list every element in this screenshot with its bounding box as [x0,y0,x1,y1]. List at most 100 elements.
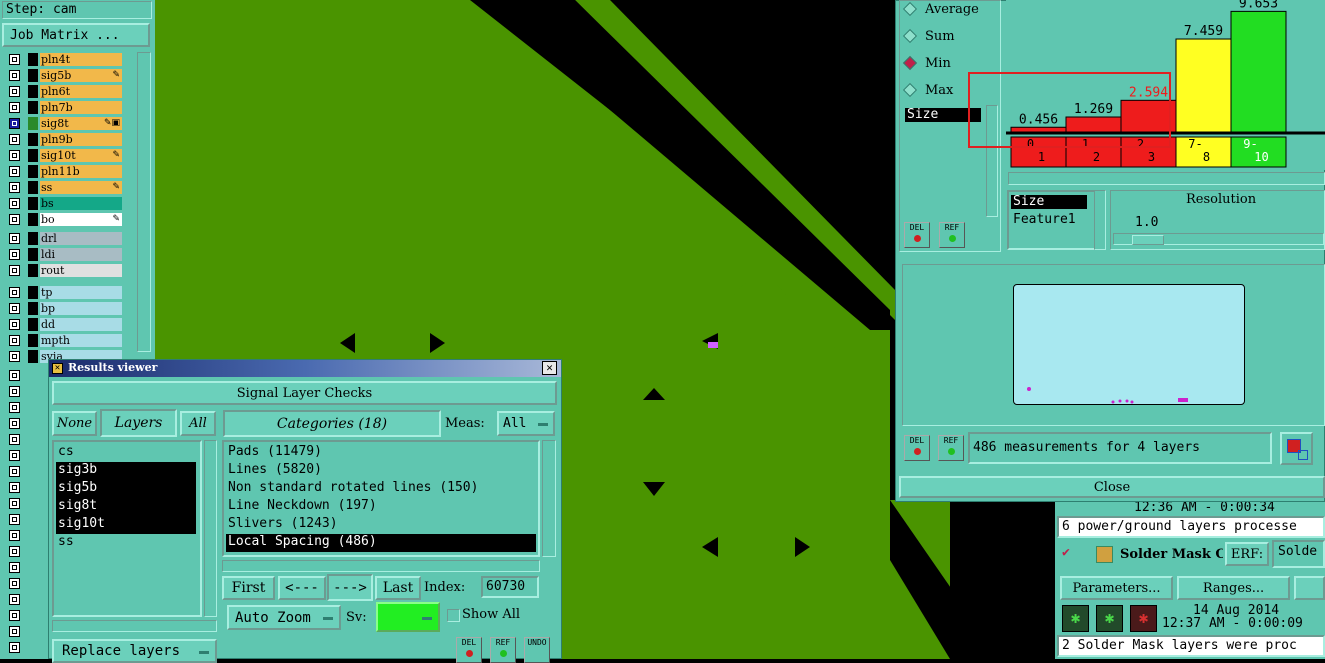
layer-checkbox[interactable] [9,118,20,129]
layer-name[interactable]: pln7b [40,101,122,114]
slider-handle[interactable] [1132,235,1164,245]
all-layers-button[interactable]: All [180,411,216,436]
layer-affected-indicator[interactable] [28,318,38,331]
result-layer-item[interactable]: sig10t [56,516,196,534]
layer-row[interactable]: pln6t [0,84,152,99]
layer-name[interactable]: ldi [40,248,122,261]
layer-affected-indicator[interactable] [28,334,38,347]
layer-checkbox[interactable] [9,386,20,397]
layer-name[interactable]: pln6t [40,85,122,98]
stats-close-button[interactable]: Close [899,476,1325,498]
layer-checkbox[interactable] [9,198,20,209]
results-viewer-titlebar[interactable]: ✕ Results viewer ✕ [49,360,561,377]
layer-row[interactable]: sig5b ✎ [0,68,152,83]
show-all-checkbox[interactable] [447,609,460,622]
result-layer-item[interactable]: sig8t [56,498,196,516]
layer-affected-indicator[interactable] [28,350,38,363]
job-matrix-button[interactable]: Job Matrix ... [2,23,150,47]
layer-affected-indicator[interactable] [28,264,38,277]
layer-affected-indicator[interactable] [28,133,38,146]
meas-dropdown[interactable]: All [497,411,555,436]
layer-affected-indicator[interactable] [28,117,38,130]
stat-option-min[interactable]: Min [902,55,951,71]
layer-checkbox[interactable] [9,514,20,525]
layer-checkbox[interactable] [9,370,20,381]
layer-checkbox[interactable] [9,182,20,193]
parameters-button[interactable]: Parameters... [1060,576,1173,600]
layer-affected-indicator[interactable] [28,302,38,315]
stats-del-button[interactable]: DEL [904,222,930,248]
close-icon[interactable]: ✕ [542,361,557,375]
layer-name[interactable]: ss ✎ [40,181,122,194]
ranges-button[interactable]: Ranges... [1177,576,1290,600]
extra-button[interactable] [1294,576,1325,600]
category-item[interactable]: Non standard rotated lines (150) [226,480,536,498]
layer-listbox-hscroll[interactable] [52,620,217,632]
layer-affected-indicator[interactable] [28,149,38,162]
layer-checkbox[interactable] [9,562,20,573]
layer-row[interactable]: rout [0,263,152,278]
layer-row[interactable]: pln4t [0,52,152,67]
layer-checkbox[interactable] [9,351,20,362]
layer-affected-indicator[interactable] [28,101,38,114]
category-item[interactable]: Local Spacing (486) [226,534,536,552]
run-icon[interactable]: ✱ [1062,605,1089,632]
layer-checkbox[interactable] [9,335,20,346]
size-feature-list[interactable]: Size Feature1 [1007,190,1099,250]
result-layer-item[interactable]: cs [56,444,196,462]
layer-name[interactable]: sig8t ✎▣ [40,117,122,130]
layer-name[interactable]: mpth [40,334,122,347]
size-feature-item[interactable]: Feature1 [1011,212,1076,227]
layer-name[interactable]: rout [40,264,122,277]
layer-name[interactable]: pln11b [40,165,122,178]
layer-checkbox[interactable] [9,434,20,445]
category-item[interactable]: Pads (11479) [226,444,536,462]
layer-checkbox[interactable] [9,530,20,541]
layer-affected-indicator[interactable] [28,248,38,261]
layer-row[interactable]: bo ✎ [0,212,152,227]
layer-checkbox[interactable] [9,546,20,557]
solder-mask-checkbox[interactable]: ✔ [1062,546,1075,559]
undo-button[interactable]: UNDO [524,637,550,663]
prev-button[interactable]: <--- [278,576,326,600]
run-icon[interactable]: ✱ [1096,605,1123,632]
layer-name[interactable]: drl [40,232,122,245]
first-button[interactable]: First [222,576,275,600]
layer-affected-indicator[interactable] [28,53,38,66]
layer-row[interactable]: sig8t ✎▣ [0,116,152,131]
layer-row[interactable]: mpth [0,333,152,348]
layer-name[interactable]: tp [40,286,122,299]
layer-checkbox[interactable] [9,642,20,653]
layer-row[interactable]: bp [0,301,152,316]
index-field[interactable]: 60730 [481,576,539,598]
layer-checkbox[interactable] [9,319,20,330]
layer-row[interactable]: pln9b [0,132,152,147]
layer-checkbox[interactable] [9,102,20,113]
layer-row[interactable]: ldi [0,247,152,262]
layer-checkbox[interactable] [9,498,20,509]
layer-row[interactable]: ss ✎ [0,180,152,195]
layer-checkbox[interactable] [9,134,20,145]
size-feature-scrollbar[interactable] [1094,190,1106,250]
result-layer-item[interactable]: sig5b [56,480,196,498]
layer-checkbox[interactable] [9,578,20,589]
histogram-bar[interactable] [1230,10,1287,134]
layer-scrollbar[interactable] [137,52,151,352]
result-layer-item[interactable]: sig3b [56,462,196,480]
export-icon[interactable] [1280,432,1313,465]
stats-del-button-2[interactable]: DEL [904,435,930,461]
layer-checkbox[interactable] [9,249,20,260]
layer-checkbox[interactable] [9,166,20,177]
stats-ref-button[interactable]: REF [939,222,965,248]
layer-checkbox[interactable] [9,610,20,621]
layer-checkbox[interactable] [9,214,20,225]
auto-zoom-dropdown[interactable]: Auto Zoom [227,605,341,630]
layer-name[interactable]: sig10t ✎ [40,149,122,162]
layer-affected-indicator[interactable] [28,165,38,178]
layer-checkbox[interactable] [9,287,20,298]
next-button[interactable]: ---> [327,574,373,601]
layer-row[interactable]: drl [0,231,152,246]
layer-checkbox[interactable] [9,70,20,81]
category-item[interactable]: Slivers (1243) [226,516,536,534]
layer-checkbox[interactable] [9,233,20,244]
